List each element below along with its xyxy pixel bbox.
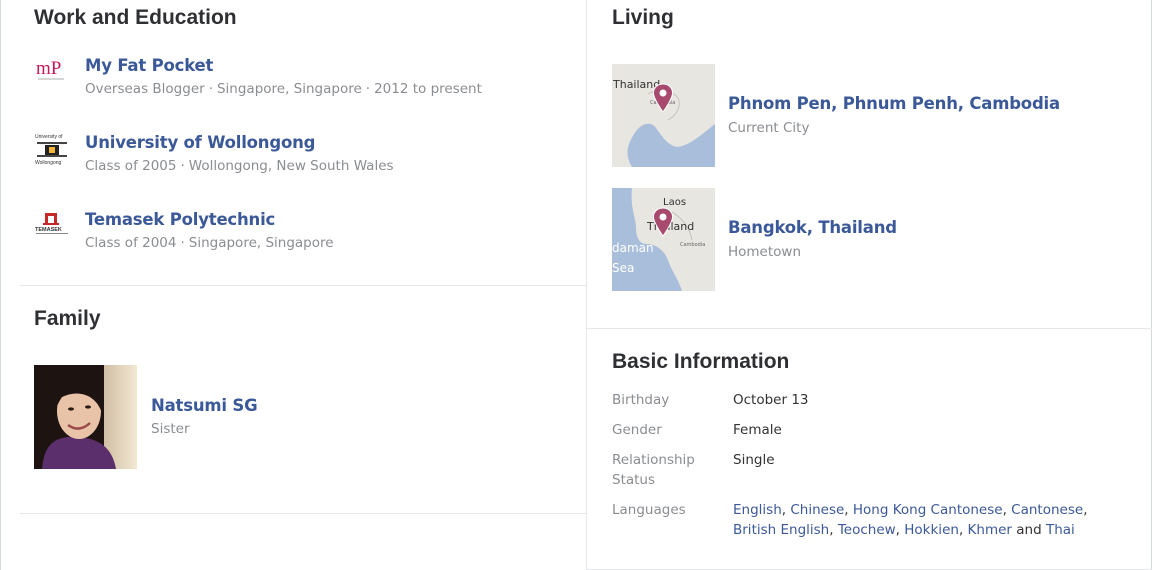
section-divider bbox=[20, 513, 586, 514]
current-city-name[interactable]: Phnom Pen, Phnum Penh, Cambodia bbox=[728, 94, 1060, 113]
languages-value: English, Chinese, Hong Kong Cantonese, C… bbox=[733, 502, 1088, 538]
temasek-polytechnic-logo[interactable]: TEMASEK bbox=[34, 210, 70, 246]
svg-text:Cambodia: Cambodia bbox=[680, 242, 705, 248]
language-link[interactable]: Teochew bbox=[838, 522, 896, 538]
language-link[interactable]: Thai bbox=[1046, 522, 1075, 538]
gender-value: Female bbox=[733, 422, 782, 438]
relationship-status-value: Single bbox=[733, 452, 775, 468]
svg-text:daman: daman bbox=[612, 241, 654, 255]
language-link[interactable]: Cantonese bbox=[1011, 502, 1083, 518]
hometown-map[interactable]: Laos Thailand Cambodia daman Sea bbox=[612, 188, 715, 291]
my-fat-pocket-logo[interactable]: mP bbox=[34, 56, 70, 92]
birthday-label: Birthday bbox=[612, 392, 670, 408]
relationship-status-label: Relationship Status bbox=[612, 452, 695, 488]
section-divider bbox=[587, 328, 1152, 329]
family-member-avatar[interactable] bbox=[34, 365, 137, 469]
education-details: Class of 2005 · Wollongong, New South Wale… bbox=[85, 158, 394, 174]
education-details: Class of 2004 · Singapore, Singapore bbox=[85, 235, 334, 251]
languages-conjunction: and bbox=[1016, 522, 1042, 538]
language-link[interactable]: English bbox=[733, 502, 782, 518]
svg-text:mP: mP bbox=[36, 58, 61, 79]
panel-left-border bbox=[0, 0, 1, 570]
family-member-relation: Sister bbox=[151, 421, 190, 437]
family-member-name[interactable]: Natsumi SG bbox=[151, 396, 258, 415]
svg-text:Sea: Sea bbox=[612, 261, 634, 275]
svg-text:Wollongong: Wollongong bbox=[35, 160, 62, 166]
column-divider bbox=[586, 0, 587, 570]
section-divider bbox=[20, 285, 586, 286]
svg-text:Laos: Laos bbox=[663, 197, 686, 208]
work-details: Overseas Blogger · Singapore, Singapore · 20… bbox=[85, 81, 482, 97]
language-link[interactable]: Chinese bbox=[790, 502, 844, 518]
languages-label: Languages bbox=[612, 502, 686, 518]
svg-text:Thailand: Thailand bbox=[612, 78, 660, 91]
gender-label: Gender bbox=[612, 422, 662, 438]
living-title: Living bbox=[612, 6, 674, 29]
language-link[interactable]: Hong Kong Cantonese bbox=[853, 502, 1003, 518]
employer-name[interactable]: My Fat Pocket bbox=[85, 56, 213, 75]
about-panel: Work and Education mP My Fat Pocket Over… bbox=[0, 0, 1152, 570]
school-name[interactable]: University of Wollongong bbox=[85, 133, 315, 152]
current-city-label: Current City bbox=[728, 120, 810, 136]
language-link[interactable]: Khmer bbox=[968, 522, 1012, 538]
svg-text:University of: University of bbox=[35, 134, 63, 140]
language-link[interactable]: British English bbox=[733, 522, 829, 538]
work-education-title: Work and Education bbox=[34, 6, 237, 29]
basic-info-title: Basic Information bbox=[612, 350, 790, 373]
hometown-label: Hometown bbox=[728, 244, 802, 260]
language-link[interactable]: Hokkien bbox=[904, 522, 959, 538]
family-title: Family bbox=[34, 307, 101, 330]
school-name[interactable]: Temasek Polytechnic bbox=[85, 210, 275, 229]
birthday-value: October 13 bbox=[733, 392, 809, 408]
current-city-map[interactable]: Thailand Cambodia bbox=[612, 64, 715, 167]
hometown-name[interactable]: Bangkok, Thailand bbox=[728, 218, 897, 237]
svg-text:TEMASEK: TEMASEK bbox=[35, 227, 62, 233]
university-of-wollongong-logo[interactable]: University of Wollongong bbox=[34, 133, 70, 169]
panel-right-border bbox=[1151, 0, 1152, 570]
